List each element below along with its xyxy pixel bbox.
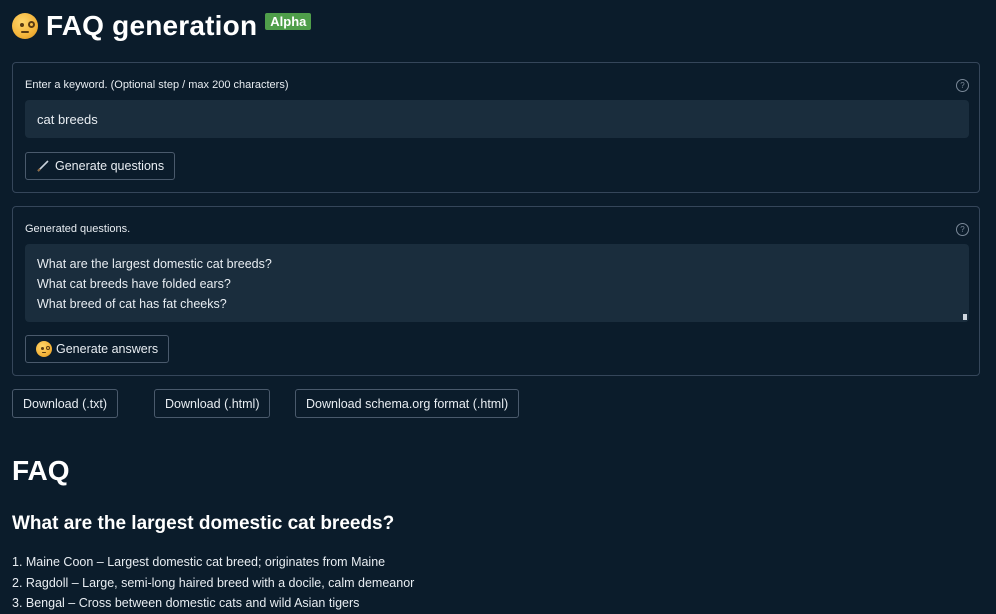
question-line: What breed of cat has fat cheeks?: [37, 297, 227, 311]
answer-item: 3. Bengal – Cross between domestic cats …: [12, 596, 360, 610]
app-page: FAQ generation Alpha Enter a keyword. (O…: [0, 0, 996, 614]
alpha-badge: Alpha: [265, 12, 312, 30]
help-icon[interactable]: ?: [956, 223, 969, 236]
faq-answers: 1. Maine Coon – Largest domestic cat bre…: [12, 552, 414, 614]
pen-icon: [37, 160, 49, 172]
generate-answers-label: Generate answers: [56, 342, 159, 356]
download-txt-button[interactable]: Download (.txt): [12, 389, 119, 418]
resize-handle[interactable]: [963, 314, 967, 320]
monocle-face-icon: [12, 13, 38, 39]
keyword-label: Enter a keyword. (Optional step / max 20…: [25, 79, 289, 91]
title-row: FAQ generation Alpha: [12, 8, 312, 44]
keyword-panel: Enter a keyword. (Optional step / max 20…: [12, 62, 980, 193]
question-line: What cat breeds have folded ears?: [37, 277, 231, 291]
answer-item: 1. Maine Coon – Largest domestic cat bre…: [12, 555, 386, 569]
generate-answers-button[interactable]: Generate answers: [25, 335, 170, 363]
answer-item: 2. Ragdoll – Large, semi-long haired bre…: [12, 575, 415, 590]
download-schema-button[interactable]: Download schema.org format (.html): [295, 389, 520, 418]
help-icon[interactable]: ?: [956, 79, 969, 92]
download-html-button[interactable]: Download (.html): [154, 389, 271, 418]
keyword-input[interactable]: [25, 100, 969, 138]
questions-panel: Generated questions. ? What are the larg…: [12, 206, 980, 376]
faq-question: What are the largest domestic cat breeds…: [12, 513, 395, 534]
faq-heading: FAQ: [12, 455, 70, 486]
thinking-face-icon: [36, 341, 52, 357]
generate-questions-button[interactable]: Generate questions: [25, 152, 176, 180]
question-line: What are the largest domestic cat breeds…: [37, 257, 272, 271]
questions-textarea[interactable]: What are the largest domestic cat breeds…: [25, 244, 969, 322]
questions-label: Generated questions.: [25, 223, 131, 235]
page-title: FAQ generation: [46, 10, 258, 41]
generate-questions-label: Generate questions: [55, 159, 165, 173]
